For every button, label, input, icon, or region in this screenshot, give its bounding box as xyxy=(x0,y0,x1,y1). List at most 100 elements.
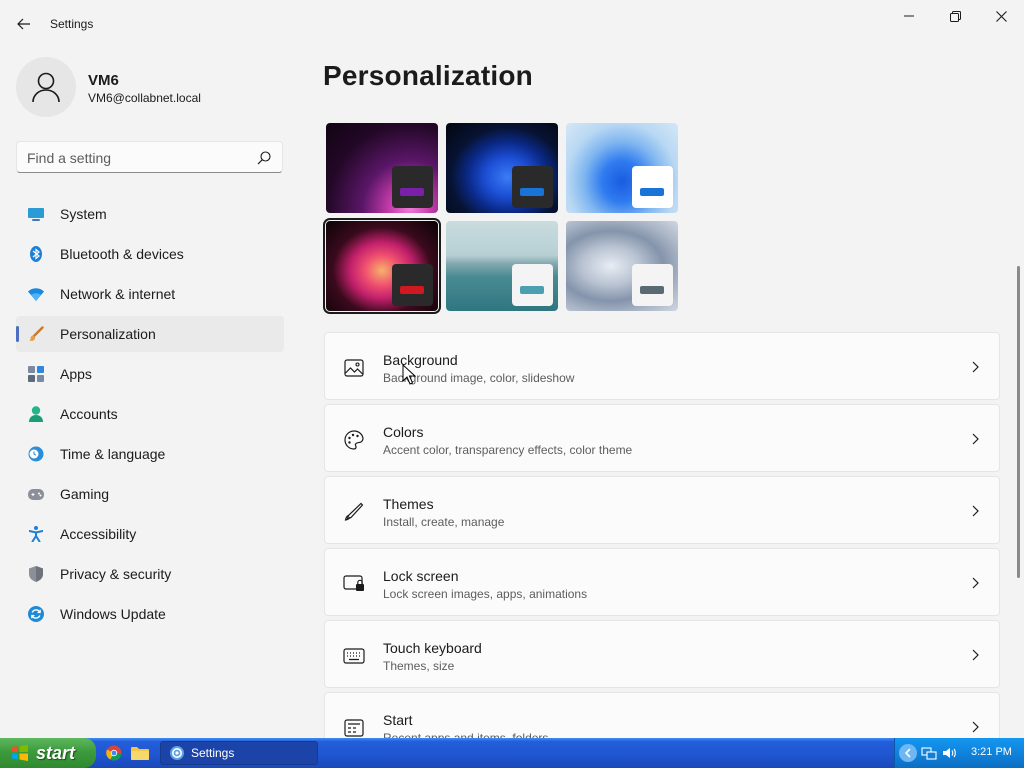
image-icon xyxy=(343,357,365,379)
card-title: Lock screen xyxy=(383,568,459,584)
background-card[interactable]: Background Background image, color, slid… xyxy=(324,332,1000,400)
sidebar-item-privacy[interactable]: Privacy & security xyxy=(16,556,284,592)
search-box[interactable] xyxy=(16,141,283,173)
restore-icon xyxy=(949,10,961,22)
sidebar-item-label: Personalization xyxy=(60,326,156,342)
sidebar-item-label: Apps xyxy=(60,366,92,382)
search-input[interactable] xyxy=(27,149,247,167)
clock-globe-icon xyxy=(28,446,44,462)
theme-thumbnail-bloom-light[interactable] xyxy=(566,123,678,213)
accent-bar xyxy=(640,188,664,196)
settings-cards-list: Background Background image, color, slid… xyxy=(324,332,1000,740)
user-name: VM6 xyxy=(88,72,119,89)
sidebar-item-label: Bluetooth & devices xyxy=(60,246,184,262)
sidebar-item-label: Time & language xyxy=(60,446,166,462)
theme-thumbnail-glow[interactable] xyxy=(326,123,438,213)
theme-thumbnail-sunrise[interactable] xyxy=(446,221,558,311)
theme-thumbnail-flow[interactable] xyxy=(566,221,678,311)
chevron-right-icon xyxy=(972,361,979,373)
taskbar: start Settings 3:21 PM xyxy=(0,738,1024,768)
quick-launch xyxy=(104,743,150,763)
keyboard-icon xyxy=(343,645,365,667)
close-button[interactable] xyxy=(978,4,1024,28)
system-tray: 3:21 PM xyxy=(894,738,1024,768)
accent-bar xyxy=(400,286,424,294)
chevron-right-icon xyxy=(972,505,979,517)
start-button[interactable]: start xyxy=(0,738,96,768)
paintbrush-icon xyxy=(28,326,44,342)
accent-bar xyxy=(520,188,544,196)
themes-card[interactable]: Themes Install, create, manage xyxy=(324,476,1000,544)
colors-card[interactable]: Colors Accent color, transparency effect… xyxy=(324,404,1000,472)
minimize-icon xyxy=(904,15,914,17)
theme-color-swatch xyxy=(512,166,553,208)
user-profile[interactable]: VM6 VM6@collabnet.local xyxy=(16,57,276,117)
card-title: Start xyxy=(383,712,413,728)
network-icon[interactable] xyxy=(921,745,937,761)
sidebar-item-network[interactable]: Network & internet xyxy=(16,276,284,312)
sidebar-item-label: Accounts xyxy=(60,406,118,422)
sidebar-item-label: Gaming xyxy=(60,486,110,502)
chevron-right-icon xyxy=(972,721,979,733)
windows-flag-icon xyxy=(12,744,28,761)
card-title: Themes xyxy=(383,496,434,512)
sidebar-item-label: Network & internet xyxy=(60,286,176,302)
bluetooth-icon xyxy=(28,246,44,262)
lock-screen-icon xyxy=(343,573,365,595)
sidebar-item-label: Privacy & security xyxy=(60,566,172,582)
taskbar-button-settings[interactable]: Settings xyxy=(160,741,318,765)
taskbar-button-label: Settings xyxy=(191,746,235,760)
sidebar-item-personalization[interactable]: Personalization xyxy=(16,316,284,352)
arrow-left-icon xyxy=(17,18,30,30)
card-description: Install, create, manage xyxy=(383,515,505,529)
mouse-cursor-icon xyxy=(402,364,416,385)
accessibility-icon xyxy=(28,526,44,542)
app-title: Settings xyxy=(50,17,94,31)
search-icon[interactable] xyxy=(256,150,272,166)
sidebar-item-label: System xyxy=(60,206,107,222)
sidebar-item-time-language[interactable]: Time & language xyxy=(16,436,284,472)
avatar xyxy=(16,57,76,117)
shield-icon xyxy=(28,566,44,582)
sidebar-item-accessibility[interactable]: Accessibility xyxy=(16,516,284,552)
update-icon xyxy=(28,606,44,622)
card-description: Lock screen images, apps, animations xyxy=(383,587,588,601)
back-button[interactable] xyxy=(10,12,38,36)
sidebar-nav: System Bluetooth & devices Network & int… xyxy=(16,196,284,636)
touch-keyboard-card[interactable]: Touch keyboard Themes, size xyxy=(324,620,1000,688)
chevron-left-icon xyxy=(904,748,911,758)
sidebar-item-apps[interactable]: Apps xyxy=(16,356,284,392)
sidebar-item-accounts[interactable]: Accounts xyxy=(16,396,284,432)
chevron-right-icon xyxy=(972,649,979,661)
card-description: Themes, size xyxy=(383,659,455,673)
theme-color-swatch xyxy=(392,166,433,208)
volume-icon[interactable] xyxy=(941,745,957,761)
sidebar-item-bluetooth[interactable]: Bluetooth & devices xyxy=(16,236,284,272)
card-description: Accent color, transparency effects, colo… xyxy=(383,443,633,457)
page-title: Personalization xyxy=(323,60,533,91)
sidebar-item-label: Windows Update xyxy=(60,606,166,622)
start-card[interactable]: Start Recent apps and items, folders xyxy=(324,692,1000,740)
monitor-icon xyxy=(28,206,44,222)
user-icon xyxy=(32,72,60,103)
theme-thumbnail-captured-motion[interactable] xyxy=(323,218,441,314)
user-email: VM6@collabnet.local xyxy=(88,91,201,105)
theme-thumbnail-bloom-dark[interactable] xyxy=(446,123,558,213)
close-icon xyxy=(995,10,1007,22)
card-title: Colors xyxy=(383,424,424,440)
card-title: Touch keyboard xyxy=(383,640,482,656)
sidebar-item-gaming[interactable]: Gaming xyxy=(16,476,284,512)
chevron-right-icon xyxy=(972,577,979,589)
minimize-button[interactable] xyxy=(886,4,932,28)
chrome-icon[interactable] xyxy=(104,743,124,763)
restore-button[interactable] xyxy=(932,4,978,28)
scrollbar-thumb[interactable] xyxy=(1017,266,1020,578)
scrollbar[interactable] xyxy=(1014,48,1022,738)
apps-icon xyxy=(28,366,44,382)
title-bar: Settings xyxy=(0,0,1024,48)
tray-expand-button[interactable] xyxy=(899,744,917,762)
sidebar-item-windows-update[interactable]: Windows Update xyxy=(16,596,284,632)
folder-icon[interactable] xyxy=(130,743,150,763)
sidebar-item-system[interactable]: System xyxy=(16,196,284,232)
lock-screen-card[interactable]: Lock screen Lock screen images, apps, an… xyxy=(324,548,1000,616)
